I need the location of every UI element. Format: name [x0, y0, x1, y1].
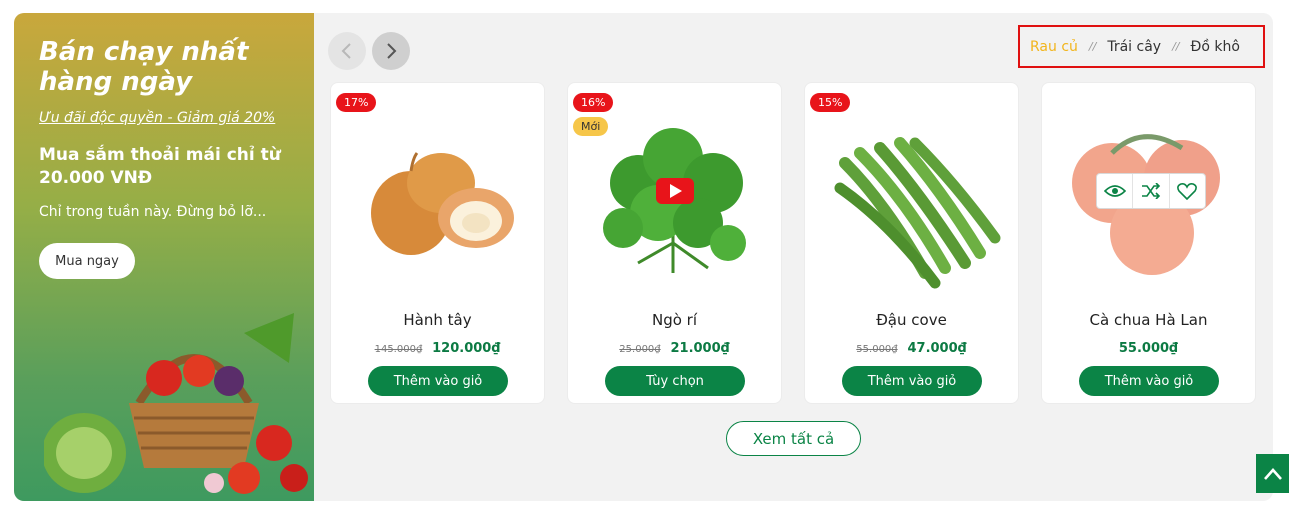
promo-deal-link[interactable]: Ưu đãi độc quyền - Giảm giá 20% [39, 110, 275, 126]
product-name[interactable]: Cà chua Hà Lan [1042, 311, 1255, 329]
old-price: 145.000₫ [374, 344, 423, 355]
current-price: 21.000₫ [670, 341, 730, 356]
discount-badge: 15% [810, 93, 851, 112]
promo-title: Bán chạy nhất hàng ngày [39, 37, 249, 97]
product-image [834, 137, 1001, 289]
compare-button[interactable] [1133, 174, 1170, 208]
product-image [603, 128, 746, 273]
product-prices: 55.000₫ 47.000₫ [805, 341, 1018, 356]
tab-do-kho[interactable]: Đồ khô [1190, 39, 1239, 55]
best-sellers-section: Bán chạy nhất hàng ngày Ưu đãi độc quyền… [14, 13, 1273, 501]
product-name[interactable]: Hành tây [331, 311, 544, 329]
heart-icon [1177, 183, 1198, 200]
view-all-button[interactable]: Xem tất cả [726, 421, 861, 456]
old-price: 55.000₫ [856, 344, 898, 355]
category-tabs: Rau củ // Trái cây // Đồ khô [1018, 25, 1265, 68]
options-button[interactable]: Tùy chọn [605, 366, 745, 396]
eye-icon [1103, 185, 1126, 197]
discount-badge: 17% [336, 93, 377, 112]
chevron-right-icon [387, 43, 397, 59]
add-to-cart-button[interactable]: Thêm vào giỏ [1079, 366, 1219, 396]
back-to-top-button[interactable] [1256, 454, 1289, 493]
previous-arrow-button[interactable] [328, 32, 366, 70]
tab-rau-cu[interactable]: Rau củ [1030, 39, 1078, 55]
chevron-left-icon [341, 43, 351, 59]
vegetable-basket-image [44, 313, 308, 494]
discount-badge: 16% [573, 93, 614, 112]
product-prices: 145.000₫ 120.000₫ [331, 341, 544, 356]
product-name[interactable]: Đậu cove [805, 311, 1018, 329]
product-image [371, 152, 514, 255]
chevron-up-icon [1263, 467, 1282, 480]
wishlist-button[interactable] [1170, 174, 1205, 208]
product-card[interactable]: 15% Đậu cove 55.000₫ 47.000₫ Thêm vào gi… [804, 82, 1019, 404]
add-to-cart-button[interactable]: Thêm vào giỏ [368, 366, 508, 396]
product-card[interactable]: 17% Hành tây 145.000₫ 120.000₫ Thêm vào … [330, 82, 545, 404]
current-price: 47.000₫ [907, 341, 967, 356]
tab-separator: // [1088, 40, 1097, 53]
product-name[interactable]: Ngò rí [568, 311, 781, 329]
product-card[interactable]: 16% Mới Ngò rí 25.000₫ 21.000₫ Tùy chọn [567, 82, 782, 404]
promo-banner: Bán chạy nhất hàng ngày Ưu đãi độc quyền… [14, 13, 314, 501]
product-prices: 55.000₫ [1042, 341, 1255, 356]
product-prices: 25.000₫ 21.000₫ [568, 341, 781, 356]
add-to-cart-button[interactable]: Thêm vào giỏ [842, 366, 982, 396]
current-price: 55.000₫ [1118, 341, 1179, 356]
current-price: 120.000₫ [432, 341, 501, 356]
quick-view-button[interactable] [1097, 174, 1134, 208]
shuffle-icon [1141, 183, 1161, 199]
promo-note: Chỉ trong tuần này. Đừng bỏ lỡ... [39, 204, 267, 220]
promo-subtitle: Mua sắm thoải mái chỉ từ 20.000 VNĐ [39, 145, 281, 188]
tab-separator: // [1172, 40, 1180, 53]
tab-trai-cay[interactable]: Trái cây [1107, 39, 1161, 55]
shop-now-button[interactable]: Mua ngay [39, 243, 135, 279]
product-card[interactable]: Cà chua Hà Lan 55.000₫ Thêm vào giỏ [1041, 82, 1256, 404]
old-price: 25.000₫ [619, 344, 661, 355]
next-arrow-button[interactable] [372, 32, 410, 70]
quick-actions [1096, 173, 1206, 209]
